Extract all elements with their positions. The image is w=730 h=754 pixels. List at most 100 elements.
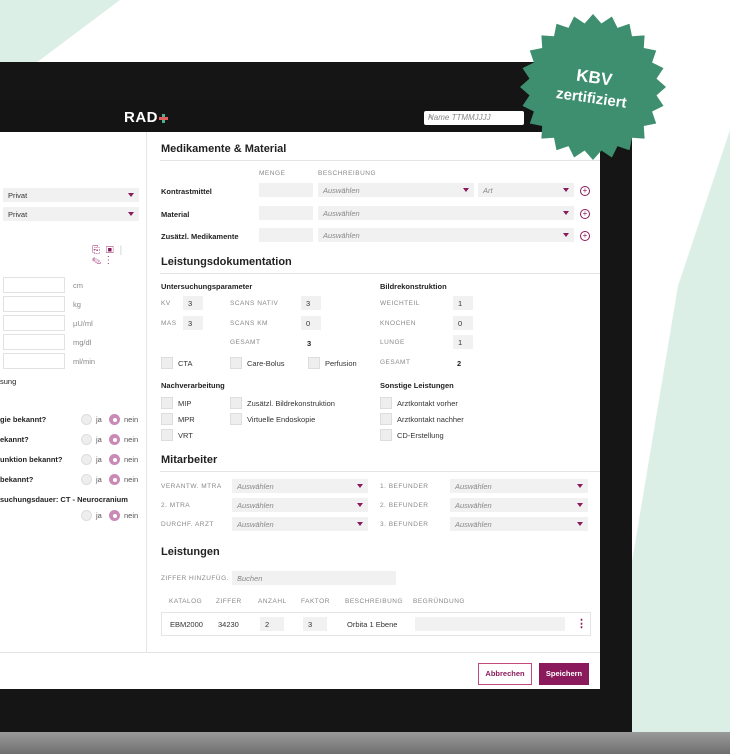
cell-value: 3 bbox=[308, 620, 313, 629]
cell-ziffer: 34230 bbox=[218, 620, 239, 629]
medikamente-select[interactable]: Auswählen bbox=[318, 228, 574, 242]
height-input[interactable] bbox=[3, 277, 65, 293]
radio-nein[interactable] bbox=[109, 510, 120, 521]
checkbox-label: Zusätzl. Bildrekonstruktion bbox=[247, 399, 335, 408]
radio-nein[interactable] bbox=[109, 414, 120, 425]
footer-bar: Abbrechen Speichern bbox=[0, 652, 600, 689]
care-bolus-checkbox[interactable] bbox=[230, 357, 242, 369]
mtra2-select[interactable]: Auswählen bbox=[232, 498, 368, 512]
question-label: bekannt? bbox=[0, 475, 34, 484]
verantw-mtra-select[interactable]: Auswählen bbox=[232, 479, 368, 493]
faktor-input[interactable]: 3 bbox=[303, 617, 327, 631]
kv-input[interactable]: 3 bbox=[183, 296, 203, 310]
radio-label: ja bbox=[96, 475, 102, 484]
radio-label: ja bbox=[96, 455, 102, 464]
section-title: Leistungen bbox=[161, 546, 220, 558]
divider bbox=[160, 471, 600, 472]
radio-ja[interactable] bbox=[81, 454, 92, 465]
row-label: Material bbox=[161, 210, 190, 219]
insurance-select-2[interactable]: Privat bbox=[3, 207, 139, 221]
field-label: GESAMT bbox=[230, 339, 261, 346]
table-row[interactable]: EBM2000 34230 2 3 Orbita 1 Ebene ⋮ bbox=[161, 612, 591, 636]
tsh-input[interactable] bbox=[3, 315, 65, 331]
kbv-certified-badge: KBV zertifiziert bbox=[518, 12, 668, 162]
radio-nein[interactable] bbox=[109, 434, 120, 445]
perfusion-checkbox[interactable] bbox=[308, 357, 320, 369]
befunder3-select[interactable]: Auswählen bbox=[450, 517, 588, 531]
befunder1-select[interactable]: Auswählen bbox=[450, 479, 588, 493]
subsection-title: Bildrekonstruktion bbox=[380, 282, 447, 291]
radio-ja[interactable] bbox=[81, 434, 92, 445]
chevron-down-icon bbox=[128, 212, 134, 216]
befunder2-select[interactable]: Auswählen bbox=[450, 498, 588, 512]
save-button[interactable]: Speichern bbox=[539, 663, 589, 685]
chevron-down-icon bbox=[577, 503, 583, 507]
toolbar-icons: ⎘▣| ✎⋮ bbox=[92, 245, 146, 267]
cd-erstellung-checkbox[interactable] bbox=[380, 429, 392, 441]
vrt-checkbox[interactable] bbox=[161, 429, 173, 441]
menge-input[interactable] bbox=[259, 228, 313, 242]
section-title: Leistungsdokumentation bbox=[161, 256, 292, 268]
ziffer-search-input[interactable]: Suchen ⌕ bbox=[232, 571, 396, 585]
more-vertical-icon[interactable]: ⋮ bbox=[576, 617, 587, 630]
gfr-input[interactable] bbox=[3, 353, 65, 369]
kontrastmittel-select[interactable]: Auswählen bbox=[318, 183, 474, 197]
weight-input[interactable] bbox=[3, 296, 65, 312]
select-value: Auswählen bbox=[323, 209, 360, 218]
app-screen: RAD Name TTMMJJJJ ⌕ Privat Privat ⎘▣| ✎⋮ … bbox=[0, 102, 600, 689]
radio-ja[interactable] bbox=[81, 510, 92, 521]
menge-input[interactable] bbox=[259, 206, 313, 220]
radio-nein[interactable] bbox=[109, 474, 120, 485]
radio-nein[interactable] bbox=[109, 454, 120, 465]
radio-label: nein bbox=[124, 435, 139, 444]
laptop-frame: RAD Name TTMMJJJJ ⌕ Privat Privat ⎘▣| ✎⋮ … bbox=[0, 62, 632, 732]
field-value: 3 bbox=[306, 299, 311, 308]
virtuelle-endoskopie-checkbox[interactable] bbox=[230, 413, 242, 425]
arztkontakt-nachher-checkbox[interactable] bbox=[380, 413, 392, 425]
begruendung-input[interactable] bbox=[415, 617, 565, 631]
mpr-checkbox[interactable] bbox=[161, 413, 173, 425]
add-circle-icon[interactable]: + bbox=[580, 231, 590, 241]
chevron-down-icon bbox=[563, 188, 569, 192]
scans-nativ-input[interactable]: 3 bbox=[301, 296, 321, 310]
select-value: Auswählen bbox=[323, 231, 360, 240]
image-icon[interactable]: ▣ bbox=[106, 245, 120, 256]
question-label: gie bekannt? bbox=[0, 415, 47, 424]
more-vertical-icon[interactable]: ⋮ bbox=[107, 256, 116, 267]
add-circle-icon[interactable]: + bbox=[580, 186, 590, 196]
radio-ja[interactable] bbox=[81, 474, 92, 485]
add-circle-icon[interactable]: + bbox=[580, 209, 590, 219]
cell-beschreibung: Orbita 1 Ebene bbox=[347, 620, 398, 629]
divider bbox=[160, 273, 600, 274]
mas-input[interactable]: 3 bbox=[183, 316, 203, 330]
creatinine-input[interactable] bbox=[3, 334, 65, 350]
material-select[interactable]: Auswählen bbox=[318, 206, 574, 220]
arztkontakt-vorher-checkbox[interactable] bbox=[380, 397, 392, 409]
search-icon: ⌕ bbox=[428, 112, 433, 121]
edit-icon[interactable]: ✎ bbox=[92, 256, 107, 267]
cta-checkbox[interactable] bbox=[161, 357, 173, 369]
field-label: 3. BEFUNDER bbox=[380, 521, 429, 528]
zus-bildrekonstruktion-checkbox[interactable] bbox=[230, 397, 242, 409]
select-value: Art bbox=[483, 186, 493, 195]
scans-km-input[interactable]: 0 bbox=[301, 316, 321, 330]
art-select[interactable]: Art bbox=[478, 183, 574, 197]
field-value: 1 bbox=[458, 299, 463, 308]
patient-search-input[interactable]: Name TTMMJJJJ ⌕ bbox=[424, 111, 524, 125]
copy-icon[interactable]: ⎘ bbox=[92, 245, 106, 256]
lunge-input[interactable]: 1 bbox=[453, 335, 473, 349]
radio-label: nein bbox=[124, 415, 139, 424]
logo-text: RAD bbox=[124, 109, 158, 126]
mip-checkbox[interactable] bbox=[161, 397, 173, 409]
column-header: BESCHREIBUNG bbox=[345, 598, 404, 605]
weichteil-input[interactable]: 1 bbox=[453, 296, 473, 310]
insurance-select-1[interactable]: Privat bbox=[3, 188, 139, 202]
field-value: 0 bbox=[306, 319, 311, 328]
anzahl-input[interactable]: 2 bbox=[260, 617, 284, 631]
durchf-arzt-select[interactable]: Auswählen bbox=[232, 517, 368, 531]
unit-label: kg bbox=[73, 300, 81, 309]
radio-ja[interactable] bbox=[81, 414, 92, 425]
cancel-button[interactable]: Abbrechen bbox=[478, 663, 532, 685]
knochen-input[interactable]: 0 bbox=[453, 316, 473, 330]
menge-input[interactable] bbox=[259, 183, 313, 197]
